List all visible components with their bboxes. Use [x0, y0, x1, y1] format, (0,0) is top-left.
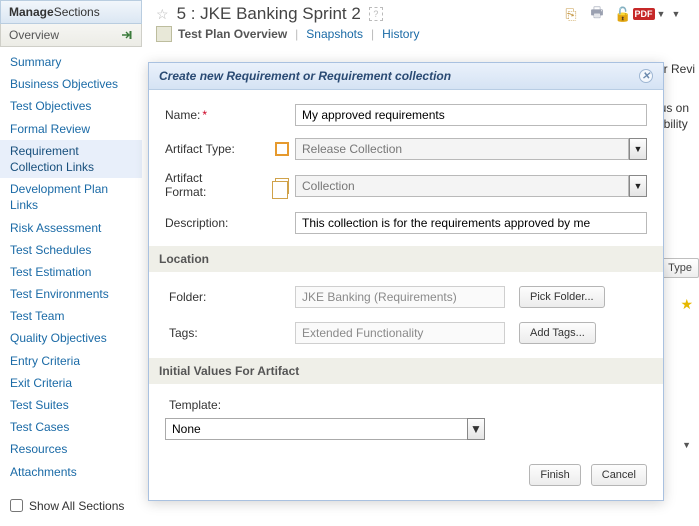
sidebar-header-bold: Manage [9, 5, 54, 19]
sidebar-item-test-estimation[interactable]: Test Estimation [0, 261, 142, 283]
dialog-title: Create new Requirement or Requirement co… [159, 69, 451, 83]
row-tags: Tags: Add Tags... [165, 322, 647, 344]
sidebar-item-formal-review[interactable]: Formal Review [0, 118, 142, 140]
artifact-type-caret[interactable]: ▼ [629, 138, 647, 160]
cancel-button[interactable]: Cancel [591, 464, 647, 486]
dialog-footer: Finish Cancel [149, 452, 663, 500]
dropdown-caret-icon[interactable]: ▼ [682, 440, 691, 450]
label-artifact-format: ArtifactFormat: [165, 172, 275, 200]
row-artifact-type: Artifact Type: ▼ [165, 138, 647, 160]
artifact-format-select[interactable] [295, 175, 629, 197]
sidebar-item-attachments[interactable]: Attachments [0, 461, 142, 483]
sidebar-subheader[interactable]: Overview [0, 24, 142, 47]
subnav: Test Plan Overview | Snapshots | History [150, 26, 699, 48]
sidebar-item-requirement-collection-links[interactable]: Requirement Collection Links [0, 140, 142, 178]
artifact-type-icon [275, 142, 289, 156]
subnav-history[interactable]: History [382, 27, 419, 41]
sidebar-item-test-suites[interactable]: Test Suites [0, 394, 142, 416]
dialog-body: Name:* Artifact Type: ▼ ArtifactFormat: … [149, 90, 663, 452]
copy-icon[interactable]: ⎘ [563, 6, 579, 22]
finish-button[interactable]: Finish [529, 464, 580, 486]
sidebar: Manage Sections Overview Summary Busines… [0, 0, 142, 521]
tags-input [295, 322, 505, 344]
help-icon[interactable]: ? [369, 7, 383, 21]
section-initial-values: Initial Values For Artifact [149, 358, 663, 384]
print-icon[interactable]: 🖶 [589, 6, 605, 22]
description-input[interactable] [295, 212, 647, 234]
pdf-export-icon[interactable]: PDF▼ [641, 6, 657, 22]
sidebar-item-exit-criteria[interactable]: Exit Criteria [0, 372, 142, 394]
sidebar-item-test-schedules[interactable]: Test Schedules [0, 239, 142, 261]
page-title: 5 : JKE Banking Sprint 2 [177, 4, 361, 24]
row-template: Template: ▼ [165, 398, 647, 440]
artifact-format-caret[interactable]: ▼ [629, 175, 647, 197]
favorite-star-icon[interactable]: ☆ [156, 6, 169, 23]
show-all-label: Show All Sections [29, 499, 124, 513]
template-select[interactable] [165, 418, 467, 440]
unlock-icon[interactable]: 🔓 [615, 6, 631, 22]
show-all-sections[interactable]: Show All Sections [0, 491, 142, 521]
label-template: Template: [169, 398, 647, 412]
sidebar-item-quality-objectives[interactable]: Quality Objectives [0, 327, 142, 349]
subnav-overview[interactable]: Test Plan Overview [178, 27, 287, 41]
row-artifact-format: ArtifactFormat: ▼ [165, 172, 647, 200]
sidebar-item-test-environments[interactable]: Test Environments [0, 283, 142, 305]
sidebar-item-summary[interactable]: Summary [0, 51, 142, 73]
show-all-checkbox[interactable] [10, 499, 23, 512]
sidebar-item-test-objectives[interactable]: Test Objectives [0, 95, 142, 117]
sidebar-item-risk-assessment[interactable]: Risk Assessment [0, 217, 142, 239]
pin-icon[interactable] [121, 29, 133, 41]
label-folder: Folder: [165, 290, 295, 304]
sidebar-nav: Summary Business Objectives Test Objecti… [0, 47, 142, 491]
sidebar-item-entry-criteria[interactable]: Entry Criteria [0, 350, 142, 372]
sidebar-header[interactable]: Manage Sections [0, 0, 142, 24]
artifact-format-icon [275, 178, 289, 194]
label-tags: Tags: [165, 326, 295, 340]
folder-input [295, 286, 505, 308]
sidebar-item-test-cases[interactable]: Test Cases [0, 416, 142, 438]
star-icon[interactable]: ★ [680, 296, 693, 313]
row-name: Name:* [165, 104, 647, 126]
title-row: ☆ 5 : JKE Banking Sprint 2 ? ⎘ 🖶 🔓 PDF▼ … [150, 0, 699, 26]
sidebar-header-rest: Sections [54, 5, 100, 19]
pick-folder-button[interactable]: Pick Folder... [519, 286, 605, 308]
row-description: Description: [165, 212, 647, 234]
create-requirement-dialog: Create new Requirement or Requirement co… [148, 62, 664, 501]
test-plan-icon [156, 26, 172, 42]
section-location: Location [149, 246, 663, 272]
artifact-type-select[interactable] [295, 138, 629, 160]
label-name: Name:* [165, 108, 275, 122]
type-filter-button[interactable]: Type [661, 258, 699, 278]
close-icon[interactable]: ✕ [639, 69, 653, 83]
sidebar-item-test-team[interactable]: Test Team [0, 305, 142, 327]
name-input[interactable] [295, 104, 647, 126]
template-caret[interactable]: ▼ [467, 418, 485, 440]
label-description: Description: [165, 216, 275, 230]
overflow-menu-icon[interactable]: ▼ [667, 6, 683, 22]
sidebar-item-development-plan-links[interactable]: Development Plan Links [0, 178, 142, 216]
dialog-titlebar[interactable]: Create new Requirement or Requirement co… [149, 63, 663, 90]
sidebar-subheader-label: Overview [9, 28, 59, 42]
sidebar-item-resources[interactable]: Resources [0, 438, 142, 460]
sidebar-item-business-objectives[interactable]: Business Objectives [0, 73, 142, 95]
add-tags-button[interactable]: Add Tags... [519, 322, 596, 344]
main-area: ☆ 5 : JKE Banking Sprint 2 ? ⎘ 🖶 🔓 PDF▼ … [150, 0, 699, 48]
subnav-snapshots[interactable]: Snapshots [306, 27, 363, 41]
row-folder: Folder: Pick Folder... [165, 286, 647, 308]
toolbar: ⎘ 🖶 🔓 PDF▼ ▼ [563, 6, 693, 22]
label-artifact-type: Artifact Type: [165, 142, 275, 156]
